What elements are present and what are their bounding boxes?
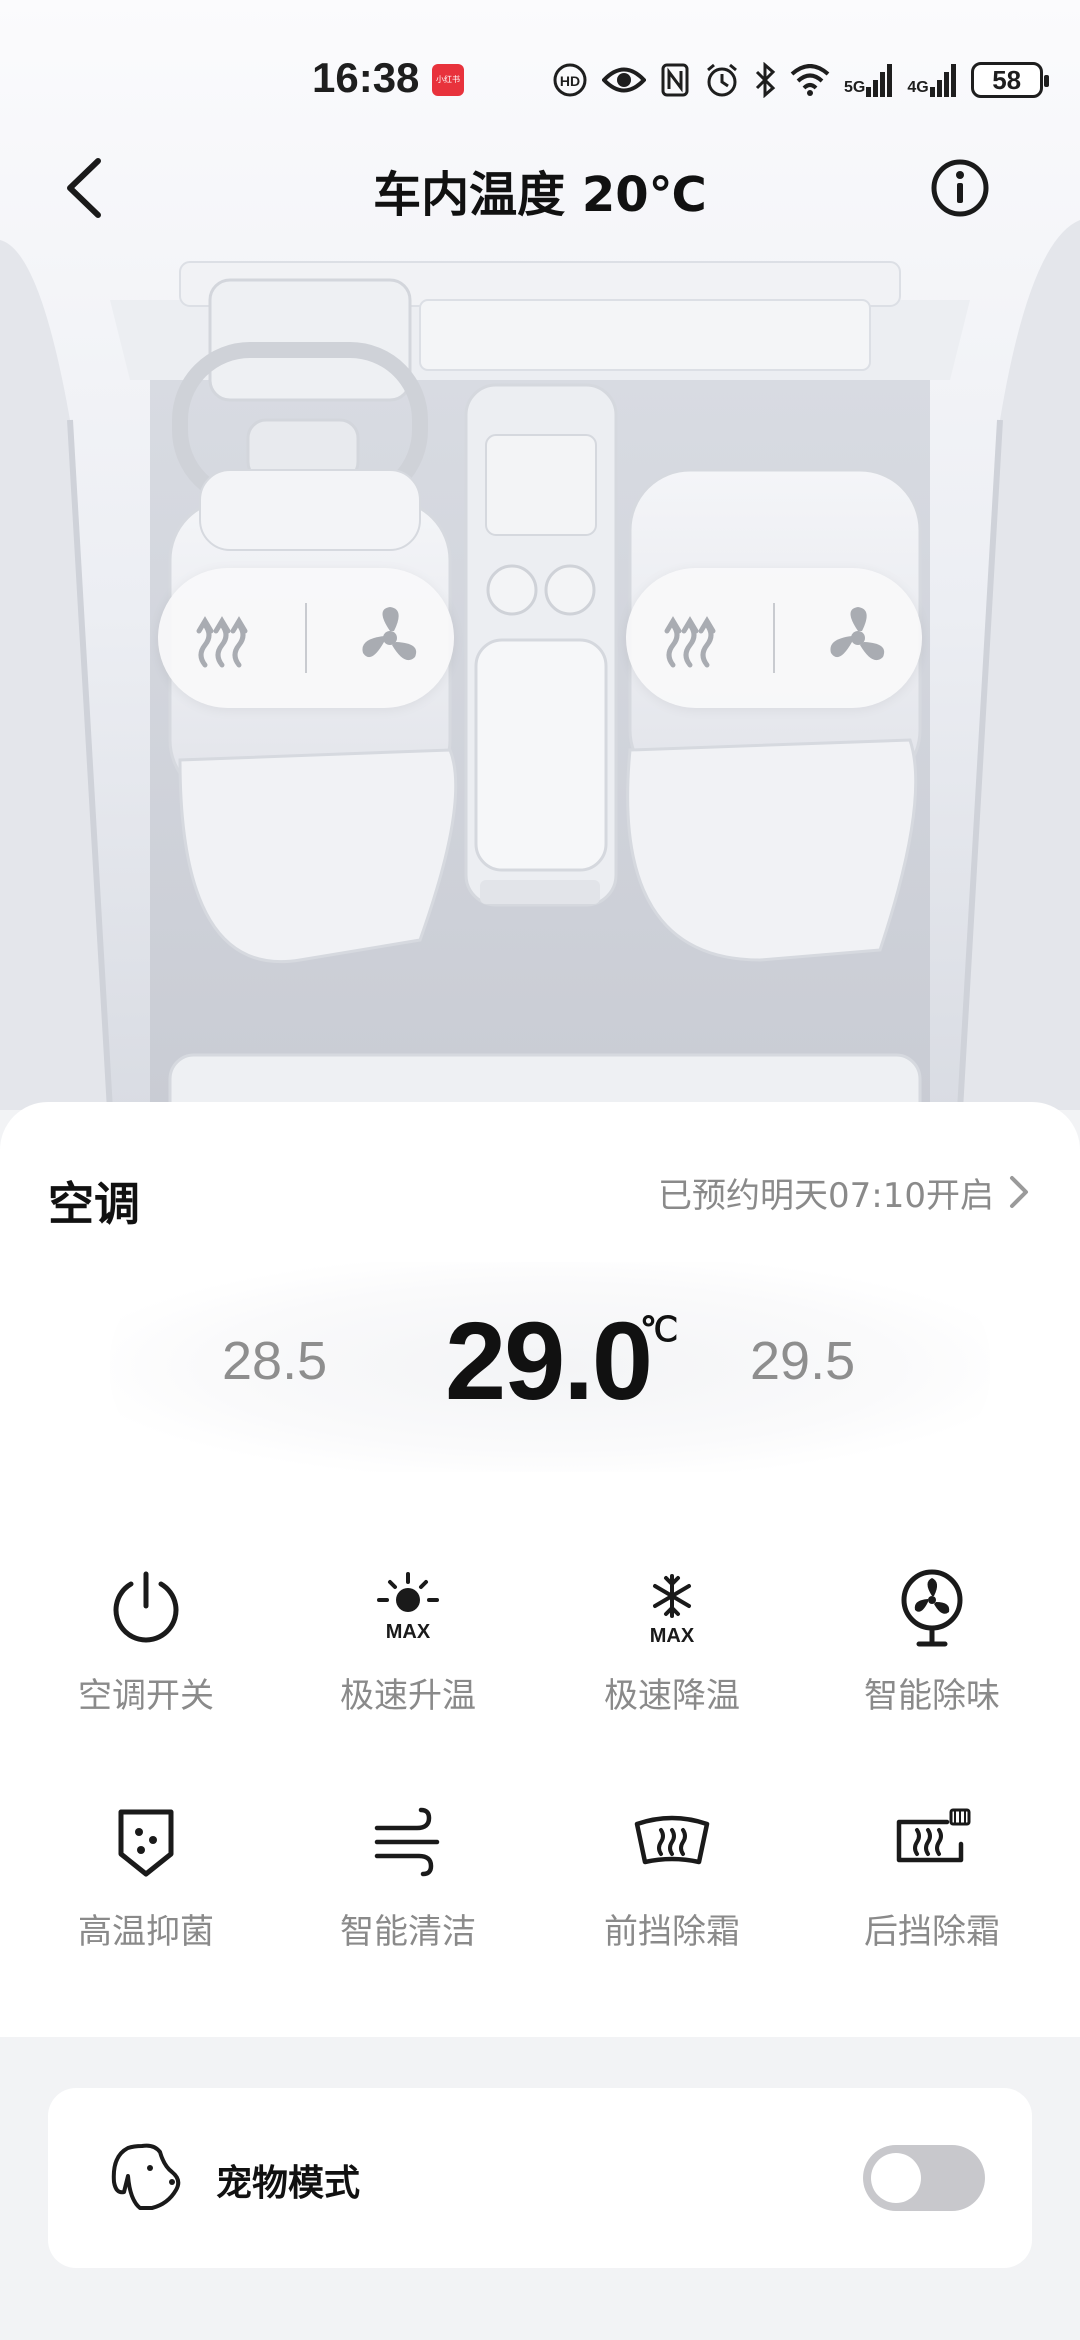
pet-mode-toggle[interactable] <box>863 2145 985 2211</box>
wifi-icon <box>790 64 830 96</box>
func-label: 智能清洁 <box>340 1912 476 1952</box>
ac-schedule-text: 已预约明天07:10开启 <box>658 1175 994 1216</box>
power-icon <box>113 1571 179 1643</box>
network-5g-label: 5G <box>844 79 866 96</box>
driver-seat-controls <box>158 568 454 708</box>
ac-schedule-link[interactable]: 已预约明天07:10开启 <box>658 1166 1030 1218</box>
smart-clean-button[interactable]: 智能清洁 <box>298 1798 518 1978</box>
wind-icon <box>374 1807 440 1877</box>
func-label: 前挡除霜 <box>604 1912 740 1952</box>
seat-heat-icon <box>664 616 716 668</box>
status-bar: 16:38 小红书 HD 5G 4G 58 <box>0 48 1080 112</box>
front-defrost-icon <box>634 1815 710 1865</box>
func-label: 空调开关 <box>78 1676 214 1716</box>
eye-icon <box>602 67 646 93</box>
status-icons: HD 5G 4G 58 <box>552 60 1049 100</box>
seat-fan-icon <box>830 607 885 661</box>
network-4g-label: 4G <box>907 79 929 96</box>
chevron-right-icon <box>1010 1176 1028 1208</box>
temp-unit: ℃ <box>640 1311 679 1349</box>
battery-icon: 58 <box>970 62 1049 98</box>
func-label: 极速升温 <box>340 1676 476 1716</box>
func-label: 高温抑菌 <box>78 1912 214 1952</box>
rear-defrost-icon <box>896 1808 971 1863</box>
nfc-icon <box>661 63 689 97</box>
rear-defrost-button[interactable]: 后挡除霜 <box>822 1798 1042 1978</box>
max-label: MAX <box>650 1625 695 1647</box>
alarm-icon <box>707 63 737 97</box>
pet-mode-card: 宠物模式 <box>48 2088 1032 2268</box>
pill-divider <box>773 603 775 673</box>
pill-divider <box>305 603 307 673</box>
temp-current: 29.0 <box>445 1300 653 1423</box>
max-label: MAX <box>386 1621 431 1643</box>
ac-panel: 空调 已预约明天07:10开启 28.5 29.0 ℃ 29.5 空调开关 MA… <box>0 1102 1080 2037</box>
sun-max-icon: MAX <box>377 1572 439 1643</box>
front-defrost-button[interactable]: 前挡除霜 <box>562 1798 782 1978</box>
signal-5g-icon: 5G <box>844 63 893 97</box>
ac-title: 空调 <box>48 1177 140 1231</box>
seat-fan-icon <box>362 607 417 661</box>
func-label: 后挡除霜 <box>864 1912 1000 1952</box>
smart-deodorize-button[interactable]: 智能除味 <box>822 1562 1042 1742</box>
passenger-seat-controls <box>626 568 922 708</box>
func-label: 极速降温 <box>604 1676 740 1716</box>
dog-icon <box>111 2143 181 2210</box>
bluetooth-icon <box>755 62 776 98</box>
passenger-seat-heat-button[interactable] <box>645 593 735 683</box>
page-title: 车内温度 20℃ <box>373 167 707 223</box>
func-label: 智能除味 <box>864 1676 1000 1716</box>
snowflake-max-icon: MAX <box>650 1574 695 1647</box>
passenger-seat-vent-button[interactable] <box>813 593 903 683</box>
sterilize-button[interactable]: 高温抑菌 <box>36 1798 256 1978</box>
info-button[interactable] <box>930 158 990 218</box>
fan-icon <box>901 1569 963 1647</box>
temp-higher-option[interactable]: 29.5 <box>750 1330 855 1392</box>
notification-badge: 小红书 <box>432 64 464 96</box>
svg-text:HD: HD <box>560 73 580 89</box>
rapid-cool-button[interactable]: MAX 极速降温 <box>562 1562 782 1742</box>
seat-heat-icon <box>196 616 248 668</box>
hd-icon: HD <box>553 63 587 97</box>
status-time: 16:38 <box>312 54 420 101</box>
driver-seat-vent-button[interactable] <box>345 593 435 683</box>
driver-seat-heat-button[interactable] <box>177 593 267 683</box>
toggle-knob <box>871 2153 921 2203</box>
ac-power-button[interactable]: 空调开关 <box>36 1562 256 1742</box>
rapid-heat-button[interactable]: MAX 极速升温 <box>298 1562 518 1742</box>
car-interior-view: 16:38 小红书 HD 5G 4G 58 车内温度 20℃ <box>0 0 1080 1110</box>
temp-lower-option[interactable]: 28.5 <box>222 1330 327 1392</box>
signal-4g-icon: 4G <box>907 63 956 97</box>
pet-mode-label: 宠物模式 <box>216 2163 361 2204</box>
shield-dots-icon <box>118 1809 174 1877</box>
